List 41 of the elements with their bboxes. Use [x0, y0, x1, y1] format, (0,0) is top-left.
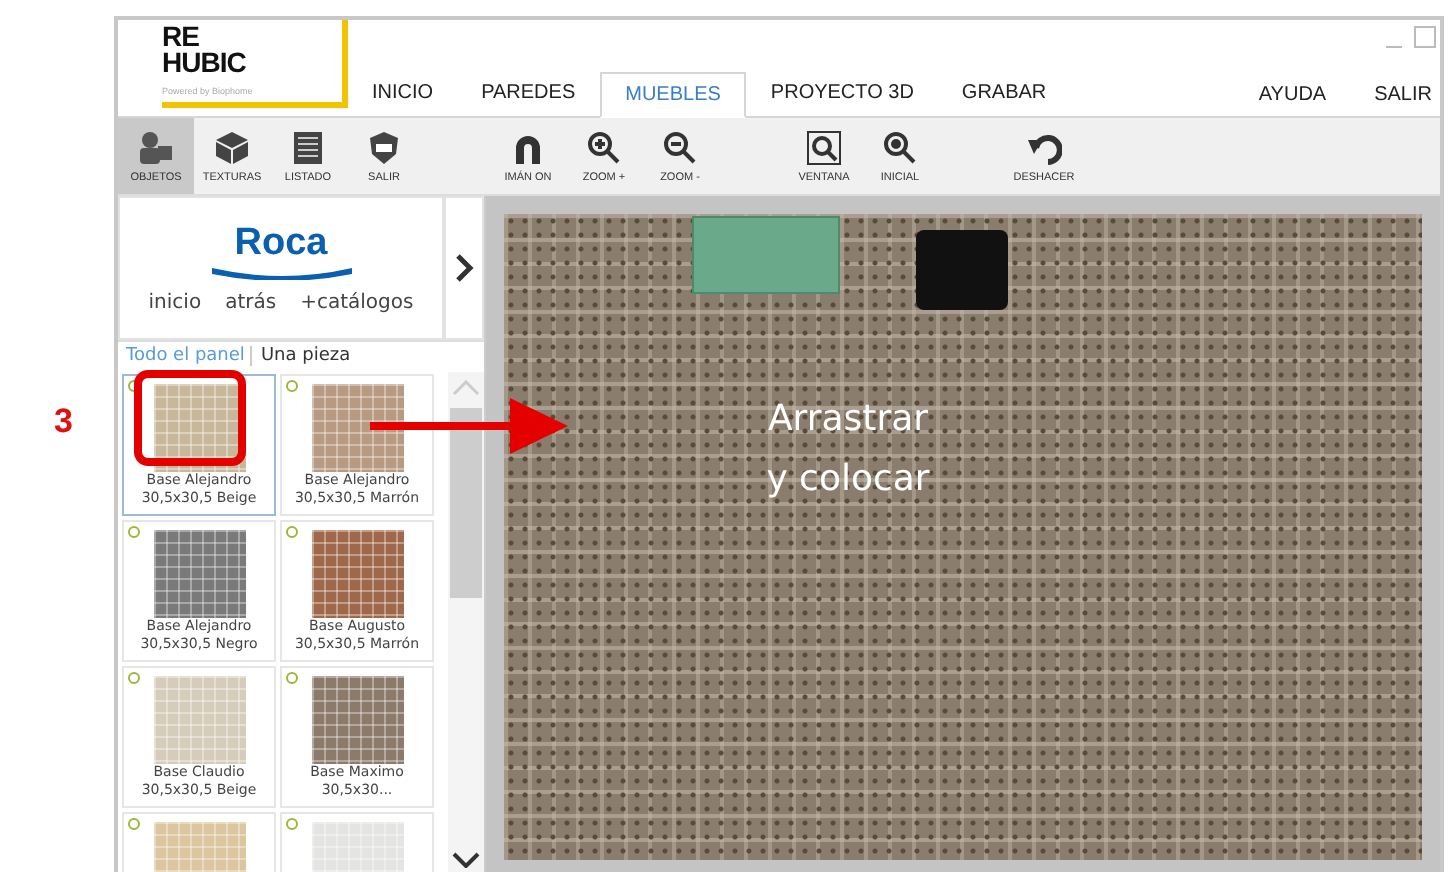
undo-icon [1026, 129, 1062, 165]
chevron-down-icon [452, 852, 480, 868]
menu-tab[interactable]: AYUDA [1230, 74, 1335, 116]
shield-icon [366, 129, 402, 165]
cabinet-block[interactable] [692, 216, 840, 294]
status-ring-icon [286, 526, 298, 538]
status-ring-icon [286, 672, 298, 684]
chevron-up-icon [452, 380, 480, 396]
minimize-icon[interactable] [1386, 46, 1402, 48]
menu-tab[interactable]: MUEBLES [599, 72, 747, 118]
catalog-link[interactable]: inicio [148, 291, 202, 313]
catalog-link[interactable]: +catálogos [300, 291, 414, 313]
menu-tab[interactable]: SALIR [1346, 74, 1440, 116]
status-ring-icon [128, 380, 140, 392]
step-number: 3 [54, 402, 73, 442]
roca-logo: Roca [211, 223, 351, 279]
menu-tab[interactable]: PROYECTO 3D [746, 72, 938, 116]
chevron-right-icon [454, 254, 474, 282]
zoom-out-icon [662, 129, 698, 165]
list-icon [290, 129, 326, 165]
status-ring-icon [286, 380, 298, 392]
highlight-frame [134, 370, 246, 466]
zoom-in-icon [586, 129, 622, 165]
zoom-icon [882, 129, 918, 165]
catalog-link[interactable]: atrás [225, 291, 277, 313]
status-ring-icon [128, 672, 140, 684]
objects-icon [138, 129, 174, 165]
status-ring-icon [128, 526, 140, 538]
maximize-icon[interactable] [1414, 26, 1436, 48]
status-ring-icon [128, 818, 140, 830]
scrollbar[interactable] [448, 372, 484, 872]
menu-tab[interactable]: INICIO [348, 72, 458, 116]
status-ring-icon [286, 818, 298, 830]
instruction-text: Arrastrar y colocar [764, 396, 932, 504]
scrollbar-thumb[interactable] [450, 408, 482, 598]
menu-tab[interactable]: GRABAR [937, 72, 1071, 116]
filter-tab[interactable]: Una pieza [260, 346, 351, 366]
next-button[interactable] [444, 196, 484, 340]
window-zoom-icon [806, 129, 842, 165]
menu-tab[interactable]: PAREDES [457, 72, 600, 116]
cube-icon [214, 129, 250, 165]
